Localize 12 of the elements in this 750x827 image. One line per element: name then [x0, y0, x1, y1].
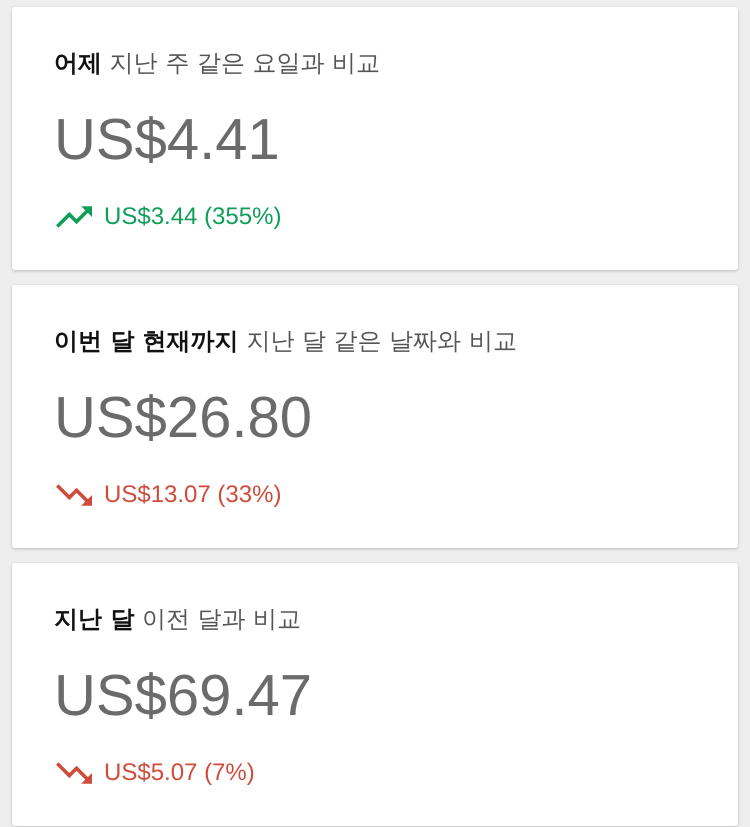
change-value: US$5.07 (7%) [104, 758, 255, 788]
comparison-title: 이번 달 현재까지 지난 달 같은 날짜와 비교 [54, 326, 517, 357]
falling-arrow-icon [56, 484, 92, 506]
amount-value: US$69.47 [54, 662, 312, 730]
amount-value: US$26.80 [54, 384, 312, 452]
amount-value: US$4.41 [54, 106, 280, 174]
falling-arrow-icon [56, 762, 92, 784]
comparison-title: 지난 달 이전 달과 비교 [54, 604, 302, 635]
change-value: US$3.44 (355%) [104, 202, 282, 232]
rising-arrow-icon [56, 206, 92, 228]
comparison-title: 어제 지난 주 같은 요일과 비교 [54, 48, 380, 79]
change-value: US$13.07 (33%) [104, 480, 282, 510]
